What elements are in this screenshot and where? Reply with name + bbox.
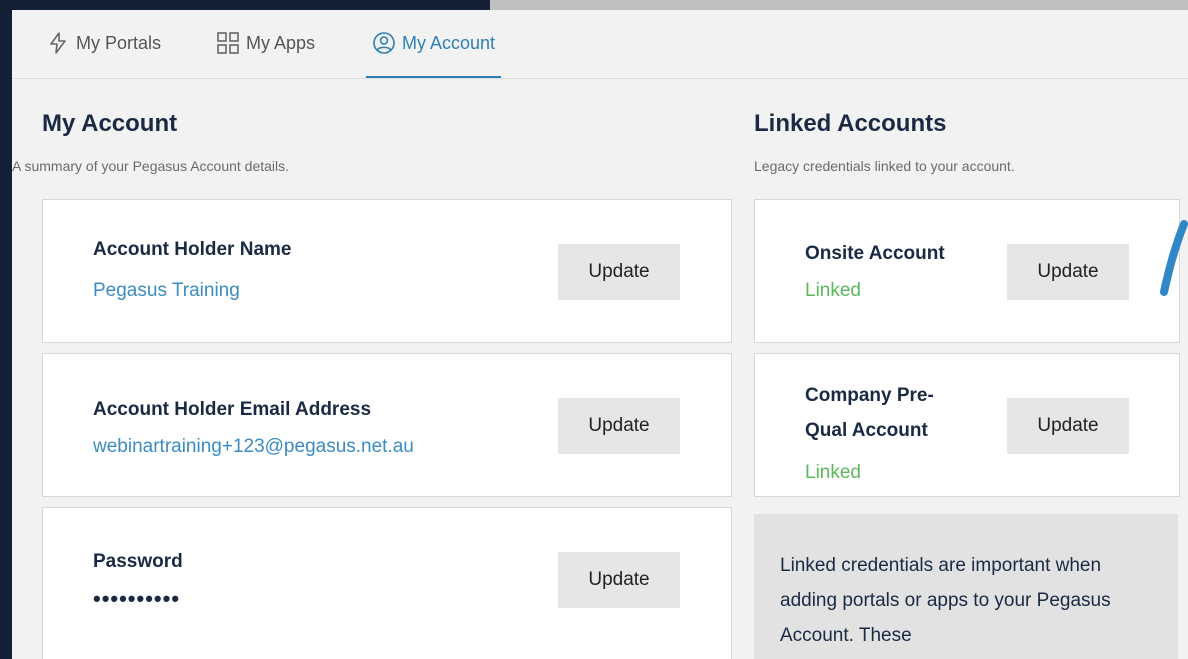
field-value: Pegasus Training [93, 280, 240, 301]
password-mask: •••••••••• [93, 586, 181, 611]
update-prequal-button[interactable]: Update [1007, 398, 1129, 454]
field-label: Onsite Account [805, 243, 945, 264]
field-label: Account Holder Name [93, 239, 292, 260]
field-label: Password [93, 551, 183, 572]
user-circle-icon [372, 31, 396, 55]
lightning-icon [46, 31, 70, 55]
update-onsite-button[interactable]: Update [1007, 244, 1129, 300]
field-value: webinartraining+123@pegasus.net.au [93, 436, 414, 457]
tab-label: My Apps [246, 32, 316, 53]
linked-status: Linked [805, 462, 861, 483]
linked-credentials-note: Linked credentials are important when ad… [754, 514, 1178, 659]
card-company-prequal-account: Company Pre- Qual Account Linked Update [754, 353, 1180, 497]
update-email-button[interactable]: Update [558, 398, 680, 454]
card-account-holder-email: Account Holder Email Address webinartrai… [42, 353, 732, 497]
tab-label: My Account [402, 32, 496, 53]
tab-label: My Portals [76, 32, 162, 53]
decorative-swoosh [1160, 220, 1188, 296]
field-label: Account Holder Email Address [93, 399, 372, 420]
tab-my-apps[interactable]: My Apps [216, 10, 315, 76]
field-label-line2: Qual Account [805, 420, 928, 441]
card-onsite-account: Onsite Account Linked Update [754, 199, 1180, 343]
card-account-holder-name: Account Holder Name Pegasus Training Upd… [42, 199, 732, 343]
field-label-line1: Company Pre- [805, 385, 934, 406]
tab-my-portals[interactable]: My Portals [46, 10, 161, 76]
section-subtitle-linked-accounts: Legacy credentials linked to your accoun… [754, 158, 1015, 174]
tab-my-account[interactable]: My Account [366, 10, 502, 78]
grid-icon [216, 31, 240, 55]
account-app: My Portals My Apps My Account My Account… [12, 10, 1188, 659]
update-name-button[interactable]: Update [558, 244, 680, 300]
section-subtitle-my-account: A summary of your Pegasus Account detail… [12, 158, 290, 174]
linked-status: Linked [805, 280, 861, 301]
section-title-my-account: My Account [42, 110, 178, 137]
section-title-linked-accounts: Linked Accounts [754, 110, 947, 137]
update-password-button[interactable]: Update [558, 552, 680, 608]
top-nav: My Portals My Apps My Account [12, 10, 1188, 79]
card-password: Password •••••••••• Update [42, 507, 732, 659]
